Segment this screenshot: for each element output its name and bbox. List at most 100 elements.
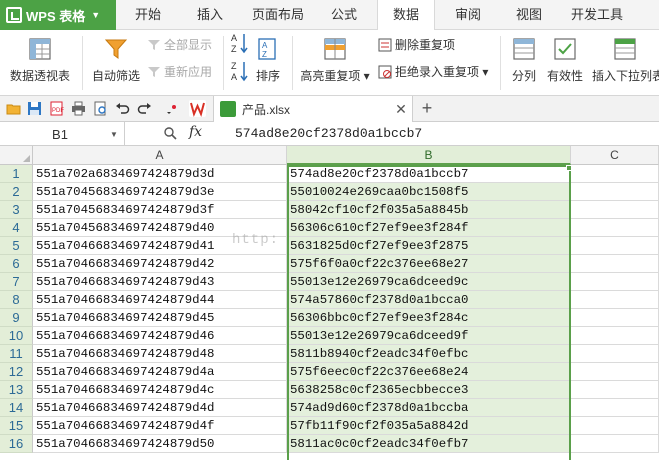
insert-function-button[interactable]: fx [189,124,202,140]
sort-ascending-button[interactable]: A Z [230,33,253,54]
show-all-button[interactable]: 全部显示 [147,36,212,54]
cell-a[interactable]: 551a70466834697424879d42 [33,255,287,273]
cell-c[interactable] [571,291,659,309]
print-preview-icon[interactable] [93,101,108,116]
tab-review[interactable]: 审阅 [445,0,491,30]
text-to-columns-button[interactable]: 分列 [506,32,542,84]
customize-toolbar-icon[interactable] [164,101,179,116]
tab-view[interactable]: 视图 [506,0,552,30]
cell-a[interactable]: 551a70466834697424879d41 [33,237,287,255]
row-header[interactable]: 9 [0,309,33,327]
cell-c[interactable] [571,309,659,327]
cell-b[interactable]: 55010024e269caa0bc1508f5 [287,183,571,201]
pivot-table-button[interactable]: 数据透视表 [4,32,76,84]
open-folder-icon[interactable] [6,101,21,116]
cell-a[interactable]: 551a70466834697424879d4f [33,417,287,435]
cell-a[interactable]: 551a70466834697424879d45 [33,309,287,327]
autofilter-button[interactable]: 自动筛选 [88,32,144,84]
cell-a[interactable]: 551a70466834697424879d4c [33,381,287,399]
cell-b[interactable]: 5638258c0cf2365ecbbecce3 [287,381,571,399]
row-header[interactable]: 5 [0,237,33,255]
remove-duplicates-button[interactable]: 删除重复项 [378,36,455,54]
cell-c[interactable] [571,219,659,237]
tab-developer[interactable]: 开发工具 [566,0,628,30]
app-menu-button[interactable]: WPS 表格 ▼ [0,0,116,30]
insert-dropdown-list-button[interactable]: 插入下拉列表 [590,32,659,84]
row-header[interactable]: 3 [0,201,33,219]
cell-b[interactable]: 56306bbc0cf27ef9ee3f284c [287,309,571,327]
cell-c[interactable] [571,255,659,273]
cell-a[interactable]: 551a70456834697424879d3e [33,183,287,201]
cell-a[interactable]: 551a70466834697424879d48 [33,345,287,363]
row-header[interactable]: 8 [0,291,33,309]
tab-formulas[interactable]: 公式 [320,0,368,30]
row-header[interactable]: 14 [0,399,33,417]
cell-b[interactable]: 58042cf10cf2f035a5a8845b [287,201,571,219]
cell-b[interactable]: 55013e12e26979ca6dceed9c [287,273,571,291]
chevron-down-icon[interactable]: ▼ [110,130,124,139]
row-header[interactable]: 15 [0,417,33,435]
cell-a[interactable]: 551a702a6834697424879d3d [33,165,287,183]
cell-c[interactable] [571,183,659,201]
cell-a[interactable]: 551a70456834697424879d40 [33,219,287,237]
cell-c[interactable] [571,345,659,363]
row-header[interactable]: 16 [0,435,33,453]
row-header[interactable]: 1 [0,165,33,183]
export-pdf-icon[interactable]: PDF [49,101,64,116]
cell-b[interactable]: 55013e12e26979ca6dceed9f [287,327,571,345]
row-header[interactable]: 11 [0,345,33,363]
cell-b[interactable]: 574a57860cf2378d0a1bcca0 [287,291,571,309]
undo-icon[interactable] [115,101,130,116]
row-header[interactable]: 12 [0,363,33,381]
row-header[interactable]: 7 [0,273,33,291]
cell-c[interactable] [571,273,659,291]
cell-b[interactable]: 574ad9d60cf2378d0a1bccba [287,399,571,417]
close-icon[interactable]: ✕ [394,101,408,118]
print-icon[interactable] [71,101,86,116]
column-header-b[interactable]: B [287,146,571,165]
cell-c[interactable] [571,201,659,219]
cell-c[interactable] [571,237,659,255]
sort-descending-button[interactable]: Z A [230,61,253,82]
cell-a[interactable]: 551a70466834697424879d4d [33,399,287,417]
cell-b[interactable]: 575f6eec0cf22c376ee68e24 [287,363,571,381]
cell-c[interactable] [571,381,659,399]
name-box[interactable]: B1 ▼ [0,122,125,146]
formula-input[interactable]: 574ad8e20cf2378d0a1bccb7 [225,122,659,146]
row-header[interactable]: 2 [0,183,33,201]
cell-b[interactable]: 57fb11f90cf2f035a5a8842d [287,417,571,435]
tab-page-layout[interactable]: 页面布局 [248,0,308,30]
zoom-search-icon[interactable] [163,126,178,141]
cell-a[interactable]: 551a70466834697424879d44 [33,291,287,309]
cell-b[interactable]: 5811b8940cf2eadc34f0efbc [287,345,571,363]
cell-c[interactable] [571,165,659,183]
row-header[interactable]: 6 [0,255,33,273]
column-header-a[interactable]: A [33,146,287,165]
wps-w-logo-icon[interactable] [189,100,206,117]
cell-a[interactable]: 551a70456834697424879d3f [33,201,287,219]
cell-c[interactable] [571,363,659,381]
redo-icon[interactable] [137,101,152,116]
column-header-c[interactable]: C [571,146,659,165]
cell-c[interactable] [571,327,659,345]
cell-b[interactable]: 575f6f0a0cf22c376ee68e27 [287,255,571,273]
tab-home[interactable]: 开始 [124,0,172,30]
highlight-duplicates-button[interactable]: 高亮重复项 ▾ [298,32,372,84]
cell-b[interactable]: 5811ac0c0cf2eadc34f0efb7 [287,435,571,453]
active-cell-b1[interactable]: 574ad8e20cf2378d0a1bccb7 [287,165,571,183]
cell-c[interactable] [571,435,659,453]
cell-a[interactable]: 551a70466834697424879d50 [33,435,287,453]
cell-a[interactable]: 551a70466834697424879d43 [33,273,287,291]
reject-duplicates-button[interactable]: 拒绝录入重复项 ▾ [378,63,488,81]
sort-button[interactable]: A Z 排序 [252,32,284,84]
tab-data[interactable]: 数据 [377,0,435,31]
fill-handle[interactable] [566,165,572,171]
cell-c[interactable] [571,399,659,417]
cell-b[interactable]: 5631825d0cf27ef9ee3f2875 [287,237,571,255]
save-icon[interactable] [27,101,42,116]
reapply-button[interactable]: 重新应用 [147,63,212,81]
row-header[interactable]: 4 [0,219,33,237]
row-header[interactable]: 10 [0,327,33,345]
document-tab[interactable]: 产品.xlsx ✕ [213,96,413,122]
new-tab-plus-icon[interactable]: + [418,98,436,118]
